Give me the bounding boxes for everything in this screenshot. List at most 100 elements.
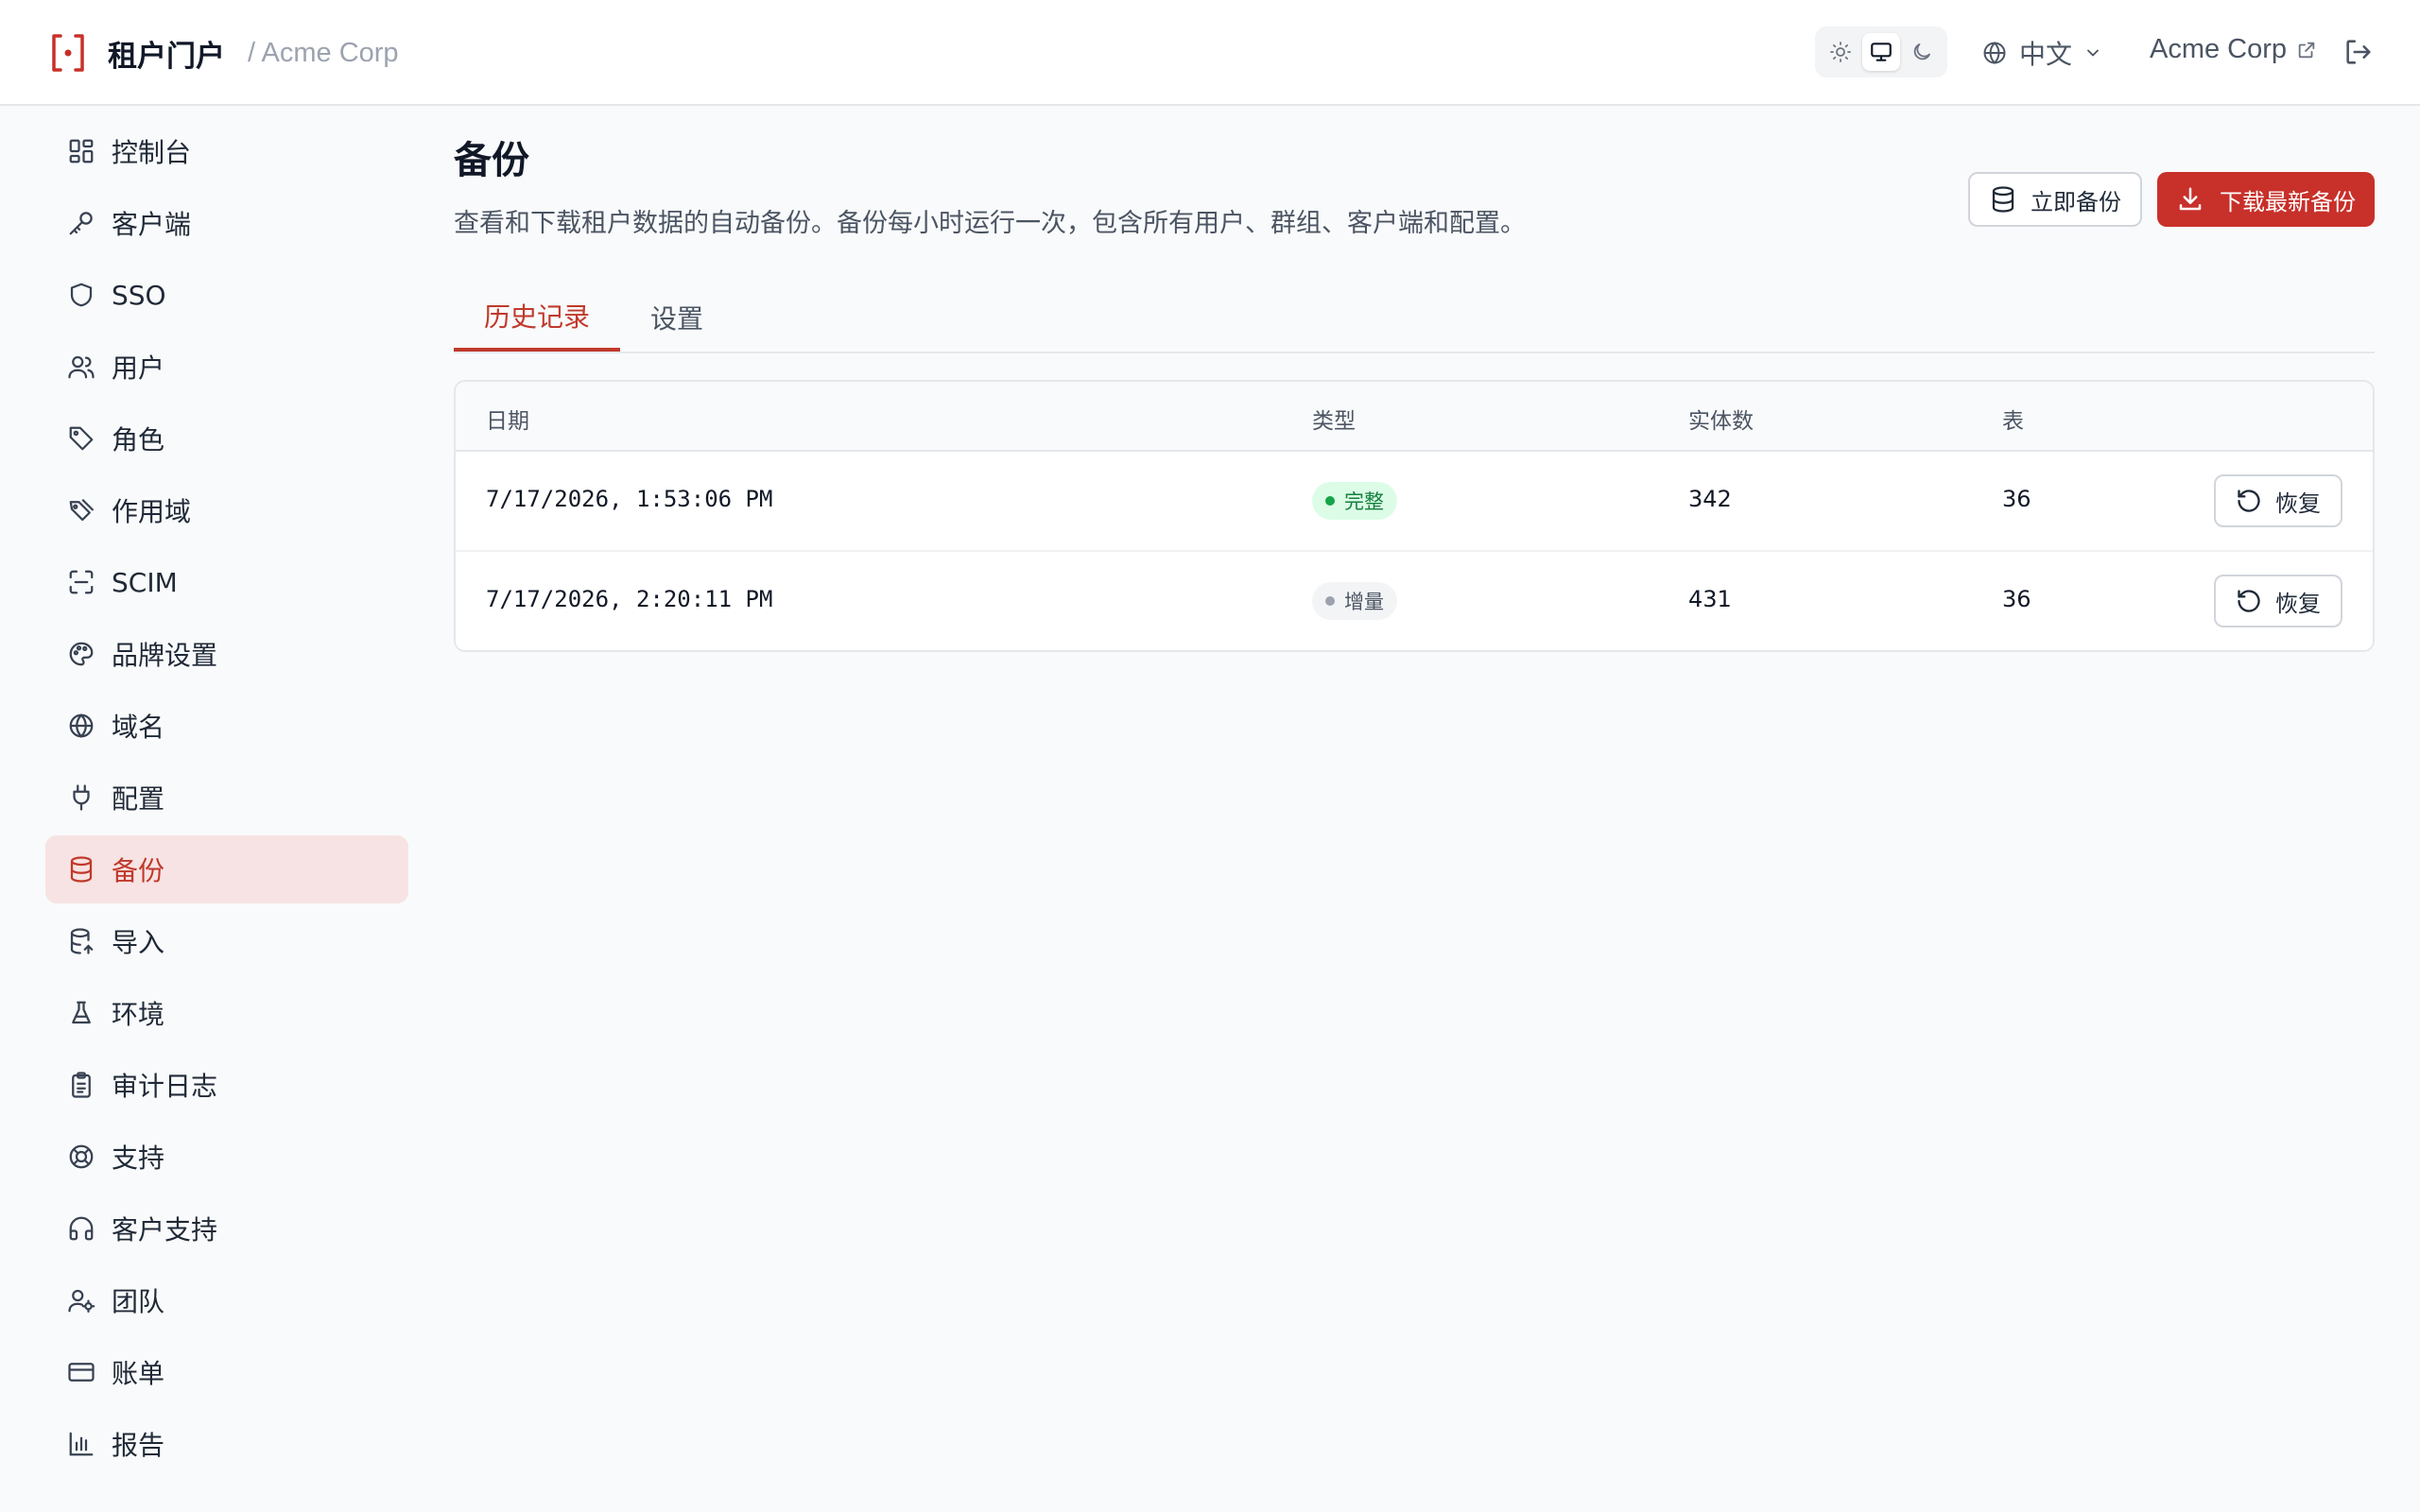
table-row: 7/17/2026, 1:53:06 PM 完整 342 36 恢复: [456, 452, 2373, 552]
sidebar-item-domains[interactable]: 域名: [45, 692, 408, 760]
restore-button[interactable]: 恢复: [2214, 474, 2342, 527]
tags-icon: [66, 495, 96, 525]
sidebar-item-backup[interactable]: 备份: [45, 835, 408, 903]
sidebar-item-label: 作用域: [112, 496, 192, 527]
globe-icon: [66, 711, 96, 741]
logout-button[interactable]: [2342, 36, 2375, 68]
sidebar-item-label: SSO: [112, 279, 166, 311]
external-link-icon: [2296, 40, 2317, 60]
chevron-down-icon: [2083, 43, 2102, 62]
status-badge: 完整: [1312, 482, 1397, 520]
table-count: 36: [2002, 586, 2031, 612]
backup-now-label: 立即备份: [2031, 188, 2121, 215]
column-header-tables: 表: [2002, 409, 2024, 434]
table-header: 日期 类型 实体数 表: [456, 382, 2373, 452]
column-header-date: 日期: [486, 409, 529, 434]
sidebar: 控制台 客户端 SSO 用户 角色 作用域 SCIM 品牌设置 域名 配置 备份…: [45, 117, 408, 1482]
sidebar-item-label: 备份: [112, 855, 165, 886]
brand[interactable]: 租户门户 / Acme Corp: [49, 30, 399, 76]
monitor-icon: [1869, 40, 1893, 64]
plug-icon: [66, 782, 96, 813]
sidebar-item-roles[interactable]: 角色: [45, 404, 408, 472]
tenant-breadcrumb: / Acme Corp: [248, 37, 399, 68]
download-latest-backup-button[interactable]: 下载最新备份: [2157, 172, 2375, 227]
column-header-entities: 实体数: [1688, 409, 1754, 434]
tabs: 历史记录 设置: [454, 284, 2375, 353]
column-header-type: 类型: [1312, 409, 1356, 434]
restore-button[interactable]: 恢复: [2214, 575, 2342, 627]
sidebar-item-label: 导入: [112, 927, 165, 958]
logo-icon: [49, 30, 87, 76]
tenant-name: Acme Corp: [2150, 34, 2288, 64]
sidebar-item-users[interactable]: 用户: [45, 333, 408, 401]
sidebar-item-support[interactable]: 支持: [45, 1123, 408, 1191]
sidebar-item-import[interactable]: 导入: [45, 907, 408, 975]
sun-icon: [1829, 41, 1852, 63]
status-dot: [1325, 496, 1335, 506]
sidebar-item-billing[interactable]: 账单: [45, 1338, 408, 1406]
globe-icon: [1981, 40, 2008, 66]
database-import-icon: [66, 926, 96, 956]
download-latest-label: 下载最新备份: [2220, 188, 2356, 215]
rotate-ccw-icon: [2236, 488, 2275, 514]
users-icon: [66, 352, 96, 382]
sidebar-item-label: SCIM: [112, 566, 178, 598]
theme-dark-button[interactable]: [1903, 33, 1941, 71]
sidebar-item-reports[interactable]: 报告: [45, 1410, 408, 1478]
sidebar-item-sso[interactable]: SSO: [45, 261, 408, 329]
headphones-icon: [66, 1213, 96, 1244]
backup-date: 7/17/2026, 2:20:11 PM: [486, 586, 773, 612]
language-selector[interactable]: 中文: [1981, 34, 2102, 72]
credit-card-icon: [66, 1357, 96, 1387]
language-label: 中文: [2019, 39, 2073, 70]
theme-light-button[interactable]: [1822, 33, 1859, 71]
sidebar-item-label: 域名: [112, 712, 165, 743]
main-content: 备份 查看和下载租户数据的自动备份。备份每小时运行一次，包含所有用户、群组、客户…: [454, 142, 2375, 652]
shield-icon: [66, 280, 96, 310]
sidebar-item-label: 支持: [112, 1143, 165, 1174]
backup-date: 7/17/2026, 1:53:06 PM: [486, 486, 773, 512]
tab-history[interactable]: 历史记录: [454, 284, 621, 352]
sidebar-item-label: 品牌设置: [112, 640, 218, 671]
sidebar-item-scopes[interactable]: 作用域: [45, 476, 408, 544]
sidebar-item-branding[interactable]: 品牌设置: [45, 620, 408, 688]
tenant-link[interactable]: Acme Corp: [2150, 34, 2317, 65]
logout-icon: [2342, 36, 2375, 68]
sidebar-item-config[interactable]: 配置: [45, 764, 408, 832]
download-icon: [2176, 185, 2220, 214]
entity-count: 431: [1688, 586, 1732, 612]
lifebuoy-icon: [66, 1142, 96, 1172]
sidebar-item-label: 角色: [112, 424, 165, 455]
restore-label: 恢复: [2275, 490, 2321, 517]
sidebar-item-dashboard[interactable]: 控制台: [45, 117, 408, 185]
backups-table: 日期 类型 实体数 表 7/17/2026, 1:53:06 PM 完整 342…: [454, 380, 2375, 652]
sidebar-item-label: 客户端: [112, 209, 192, 240]
sidebar-item-scim[interactable]: SCIM: [45, 548, 408, 616]
status-dot: [1325, 596, 1335, 606]
sidebar-item-clients[interactable]: 客户端: [45, 189, 408, 257]
theme-switcher: [1815, 26, 1947, 77]
sidebar-item-label: 团队: [112, 1286, 165, 1317]
backup-now-button[interactable]: 立即备份: [1968, 172, 2142, 227]
flask-icon: [66, 998, 96, 1028]
sidebar-item-label: 账单: [112, 1358, 165, 1389]
sidebar-item-customer-support[interactable]: 客户支持: [45, 1194, 408, 1263]
scan-icon: [66, 567, 96, 597]
entity-count: 342: [1688, 486, 1732, 512]
tab-settings[interactable]: 设置: [620, 284, 734, 352]
table-row: 7/17/2026, 2:20:11 PM 增量 431 36 恢复: [456, 552, 2373, 650]
sidebar-item-label: 用户: [112, 352, 165, 384]
backup-type: 完整: [1344, 490, 1384, 513]
clipboard-icon: [66, 1070, 96, 1100]
sidebar-item-label: 环境: [112, 999, 165, 1030]
sidebar-item-team[interactable]: 团队: [45, 1266, 408, 1334]
rotate-ccw-icon: [2236, 588, 2275, 614]
moon-icon: [1910, 41, 1933, 63]
key-icon: [66, 208, 96, 238]
sidebar-item-environments[interactable]: 环境: [45, 979, 408, 1047]
restore-label: 恢复: [2275, 590, 2321, 617]
user-cog-icon: [66, 1285, 96, 1315]
sidebar-item-audit-log[interactable]: 审计日志: [45, 1051, 408, 1119]
theme-system-button[interactable]: [1861, 33, 1900, 71]
page-actions: 立即备份 下载最新备份: [1968, 172, 2375, 227]
